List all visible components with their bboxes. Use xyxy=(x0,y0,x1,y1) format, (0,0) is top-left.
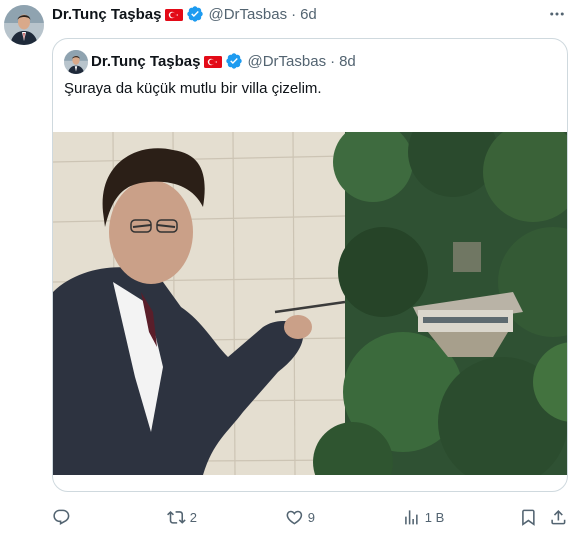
reply-icon xyxy=(53,509,70,525)
verified-badge-icon[interactable] xyxy=(186,5,204,23)
separator-dot: · xyxy=(291,5,297,23)
author-name[interactable]: Dr.Tunç Taşbaş xyxy=(52,6,161,23)
quoted-tweet-header: Dr.Tunç Taşbaş @DrTasbas · 8d xyxy=(91,50,356,72)
quoted-tweet-card[interactable]: Dr.Tunç Taşbaş @DrTasbas · 8d Şuraya da … xyxy=(52,38,568,492)
like-count: 9 xyxy=(307,509,315,525)
retweet-icon xyxy=(167,510,186,524)
quoted-tweet-image[interactable] xyxy=(53,132,567,475)
bookmark-button[interactable] xyxy=(519,505,538,529)
tweet-time[interactable]: 6d xyxy=(300,6,317,23)
quoted-author-avatar xyxy=(64,50,88,74)
quoted-author-handle: @DrTasbas xyxy=(247,52,327,70)
share-button[interactable] xyxy=(549,505,568,529)
share-icon xyxy=(551,509,566,525)
tweet-actions-bar: 2 9 1 B xyxy=(52,505,568,529)
author-handle[interactable]: @DrTasbas xyxy=(208,6,287,23)
author-avatar[interactable] xyxy=(4,5,44,45)
turkey-flag-icon xyxy=(204,55,223,68)
more-options-icon[interactable] xyxy=(547,4,567,24)
quoted-author-name: Dr.Tunç Taşbaş xyxy=(91,52,201,70)
views-chart-icon xyxy=(405,509,418,525)
verified-badge-icon xyxy=(225,52,243,70)
like-button[interactable]: 9 xyxy=(285,505,315,529)
turkey-flag-icon xyxy=(165,8,184,21)
retweet-count: 2 xyxy=(189,509,197,525)
separator-dot: · xyxy=(330,52,336,70)
tweet-header: Dr.Tunç Taşbaş @DrTasbas · 6d xyxy=(52,4,317,24)
heart-icon xyxy=(286,510,303,525)
quoted-tweet-text: Şuraya da küçük mutlu bir villa çizelim. xyxy=(64,80,322,97)
bookmark-icon xyxy=(522,509,535,526)
views-button[interactable]: 1 B xyxy=(402,505,444,529)
views-count: 1 B xyxy=(424,509,445,525)
quoted-tweet-time: 8d xyxy=(339,52,356,70)
reply-button[interactable] xyxy=(52,505,75,529)
retweet-button[interactable]: 2 xyxy=(167,505,197,529)
